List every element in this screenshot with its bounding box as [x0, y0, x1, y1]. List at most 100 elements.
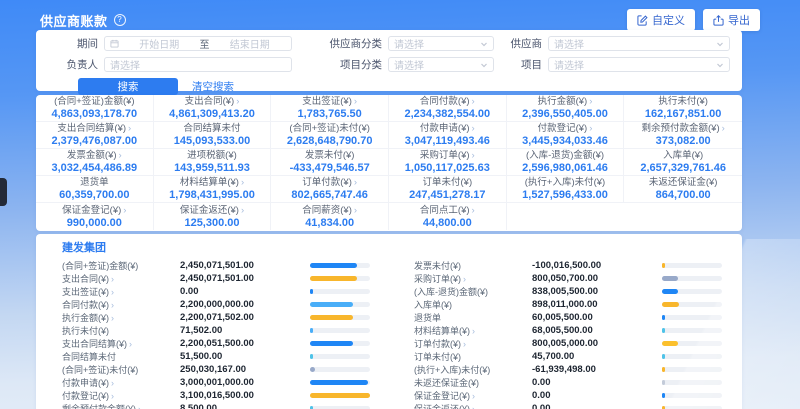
metric-row[interactable]: 支出合同(¥)› 2,450,071,501.00 — [62, 272, 370, 285]
metric-label: 剩余预付款金额(¥) — [62, 402, 136, 409]
stat-value: 2,628,648,790.70 — [287, 135, 373, 147]
stat-card[interactable]: 付款申请(¥)› 3,047,119,493.46 — [389, 122, 507, 149]
metric-row[interactable]: 执行金额(¥)› 2,200,071,502.00 — [62, 311, 370, 324]
metric-row[interactable]: 合同付款(¥)› 2,200,000,000.00 — [62, 298, 370, 311]
mini-bar — [310, 315, 370, 320]
link-arrow-icon: › — [236, 96, 239, 107]
date-range-input[interactable]: 开始日期 至 结束日期 — [104, 36, 292, 51]
metric-row[interactable]: 支出合同结算(¥)› 2,200,051,500.00 — [62, 337, 370, 350]
metric-value: -61,939,498.00 — [532, 364, 656, 375]
stat-card[interactable]: 采购订单(¥)› 1,050,117,025.63 — [389, 149, 507, 176]
stat-card[interactable]: 合同付款(¥)› 2,234,382,554.00 — [389, 95, 507, 122]
stat-card[interactable]: 支出合同结算(¥)› 2,379,476,087.00 — [36, 122, 154, 149]
mini-bar — [310, 393, 370, 398]
stat-card[interactable]: 支出合同(¥)› 4,861,309,413.20 — [154, 95, 272, 122]
stat-value: 2,657,329,761.46 — [640, 162, 726, 174]
stat-label: 采购订单(¥) — [420, 150, 470, 161]
mini-bar — [310, 276, 370, 281]
link-arrow-icon: › — [354, 96, 357, 107]
calendar-icon — [110, 35, 119, 53]
supplier-select[interactable]: 请选择 — [548, 36, 730, 51]
metric-label: 发票未付(¥) — [414, 259, 461, 272]
stat-card[interactable]: 付款登记(¥)› 3,445,934,033.46 — [507, 122, 625, 149]
metric-value: 0.00 — [180, 286, 304, 297]
stat-label: 入库单(¥) — [663, 150, 703, 161]
stat-card: 进项税额(¥) 143,959,511.93 — [154, 149, 272, 176]
metric-value: 250,030,167.00 — [180, 364, 304, 375]
link-arrow-icon: › — [138, 404, 141, 409]
group-link[interactable]: 建发集团 — [62, 239, 722, 255]
project-category-select[interactable]: 请选择 — [388, 57, 494, 72]
metric-row[interactable]: 材料结算单(¥)› 68,005,500.00 — [414, 324, 722, 337]
metric-label: 支出签证(¥) — [62, 285, 109, 298]
metric-row[interactable]: 保证金登记(¥)› 0.00 — [414, 389, 722, 402]
top-bar: 供应商账款 ? 自定义 导出 — [40, 8, 760, 32]
customize-label: 自定义 — [652, 12, 685, 28]
stat-label: 保证金登记(¥) — [62, 205, 121, 216]
metric-row[interactable]: 订单付款(¥)› 800,005,000.00 — [414, 337, 722, 350]
link-arrow-icon: › — [354, 205, 357, 216]
project-select[interactable]: 请选择 — [548, 57, 730, 72]
link-arrow-icon: › — [111, 300, 114, 310]
metric-row: (合同+签证)未付(¥) 250,030,167.00 — [62, 363, 370, 376]
stat-card: 合同结算未付 145,093,533.00 — [154, 122, 272, 149]
stat-value: 1,798,431,995.00 — [169, 189, 255, 201]
help-icon[interactable]: ? — [114, 14, 126, 26]
stat-card[interactable]: 发票金额(¥)› 3,032,454,486.89 — [36, 149, 154, 176]
metric-label: 保证金返还(¥) — [414, 402, 470, 409]
supplier-category-select[interactable]: 请选择 — [388, 36, 494, 51]
stat-label: 合同付款(¥) — [420, 96, 470, 107]
link-arrow-icon: › — [119, 150, 122, 161]
stat-card[interactable]: 合同点工(¥)› 44,800.00 — [389, 203, 507, 230]
stat-label: 进项税额(¥) — [187, 150, 237, 161]
stat-card[interactable]: 支出签证(¥)› 1,783,765.50 — [271, 95, 389, 122]
filter-panel: 期间 开始日期 至 结束日期 供应商分类 请选择 供应商 请选 — [36, 30, 742, 91]
metric-label: 付款登记(¥) — [62, 389, 109, 402]
metric-row[interactable]: 付款申请(¥)› 3,000,001,000.00 — [62, 376, 370, 389]
export-icon — [713, 15, 724, 26]
owner-select[interactable]: 请选择 — [104, 57, 292, 72]
drawer-handle[interactable] — [0, 178, 7, 206]
clear-search-link[interactable]: 清空搜索 — [192, 79, 234, 94]
stat-card[interactable]: 合同薪资(¥)› 41,834.00 — [271, 203, 389, 230]
supplier-category-label: 供应商分类 — [298, 36, 382, 51]
stat-card[interactable]: 执行金额(¥)› 2,396,550,405.00 — [507, 95, 625, 122]
stat-card: 退货单 60,359,700.00 — [36, 176, 154, 203]
stat-label: (入库-退货)金额(¥) — [526, 150, 604, 161]
search-button[interactable]: 搜索 — [78, 78, 178, 95]
stat-card[interactable]: 材料结算单(¥)› 1,798,431,995.00 — [154, 176, 272, 203]
link-arrow-icon: › — [111, 391, 114, 401]
metric-label: 付款申请(¥) — [62, 376, 109, 389]
export-button[interactable]: 导出 — [703, 9, 760, 31]
stat-value: 143,959,511.93 — [174, 162, 250, 174]
stat-card[interactable]: 保证金返还(¥)› 125,300.00 — [154, 203, 272, 230]
stat-card[interactable]: 订单付款(¥)› 802,665,747.46 — [271, 176, 389, 203]
metric-row[interactable]: 付款登记(¥)› 3,100,016,500.00 — [62, 389, 370, 402]
stat-value: 3,445,934,033.46 — [522, 135, 608, 147]
metric-label: (合同+签证)金额(¥) — [62, 259, 138, 272]
metric-label: (执行+入库)未付(¥) — [414, 363, 490, 376]
customize-button[interactable]: 自定义 — [627, 9, 695, 31]
edit-icon — [637, 15, 648, 26]
date-to-label: 至 — [200, 36, 210, 51]
stat-card[interactable]: 剩余预付款金额(¥)› 373,082.00 — [624, 122, 742, 149]
metric-value: 60,005,500.00 — [532, 312, 656, 323]
stat-card: (合同+签证)金额(¥) 4,863,093,178.70 — [36, 95, 154, 122]
link-arrow-icon: › — [129, 339, 132, 349]
metric-value: -100,016,500.00 — [532, 260, 656, 271]
stat-value: 864,700.00 — [656, 189, 711, 201]
end-date-placeholder: 结束日期 — [214, 36, 287, 51]
metric-row[interactable]: 采购订单(¥)› 800,050,700.00 — [414, 272, 722, 285]
metric-row[interactable]: 保证金返还(¥)› 0.00 — [414, 402, 722, 409]
metric-label: 保证金登记(¥) — [414, 389, 470, 402]
group-metrics-left: (合同+签证)金额(¥) 2,450,071,501.00 支出合同(¥)› 2… — [62, 259, 370, 409]
metric-row[interactable]: 支出签证(¥)› 0.00 — [62, 285, 370, 298]
metric-label: (入库-退货)金额(¥) — [414, 285, 488, 298]
link-arrow-icon: › — [123, 205, 126, 216]
group-panel: 建发集团 (合同+签证)金额(¥) 2,450,071,501.00 支出合同(… — [36, 234, 742, 409]
link-arrow-icon: › — [241, 177, 244, 188]
stat-card[interactable]: 保证金登记(¥)› 990,000.00 — [36, 203, 154, 230]
mini-bar — [310, 302, 370, 307]
metric-row: (入库-退货)金额(¥) 838,005,500.00 — [414, 285, 722, 298]
metric-row[interactable]: 剩余预付款金额(¥)› 8,500.00 — [62, 402, 370, 409]
